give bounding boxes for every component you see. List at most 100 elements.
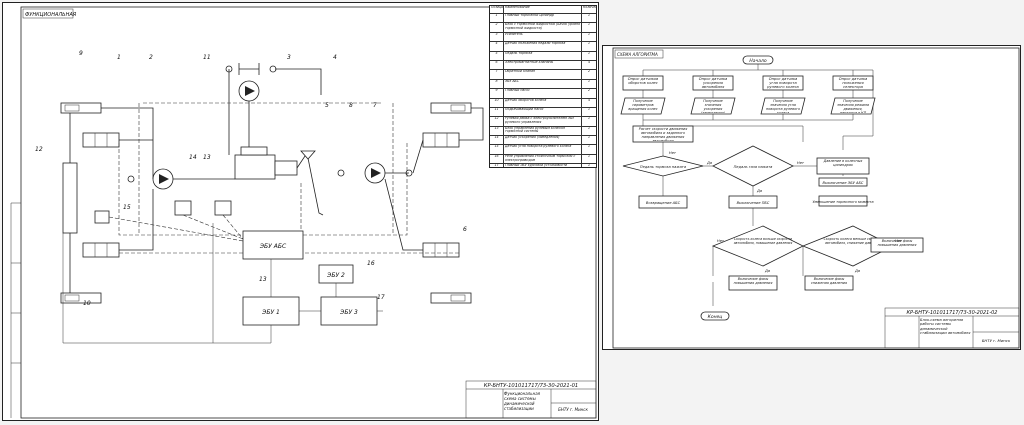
- callout: 1: [117, 54, 121, 61]
- table-cell: Главный тормозной цилиндр: [504, 14, 582, 23]
- process-node: Включение фазы повышения давления: [728, 275, 778, 291]
- decision-text: Педаль тормоза нажата: [640, 165, 686, 169]
- table-cell: 1: [490, 14, 504, 23]
- callout: 4: [333, 54, 337, 61]
- node-text: Опрос датчика ускорения автомобиля: [698, 77, 728, 89]
- process-node: Выключение ЭБУ АБС: [818, 177, 868, 187]
- table-row: 7 Обратный клапан 2: [490, 70, 596, 80]
- table-row: 11 Подкачивающий насос 1: [490, 107, 596, 118]
- table-cell: Датчик положения педали тормоза: [504, 42, 582, 51]
- stamp-text: СХЕМА АЛГОРИТМА: [617, 52, 658, 57]
- node-text: Уменьшение тормозного момента: [812, 200, 873, 204]
- table-cell: 7: [490, 70, 504, 79]
- table-cell: 16: [490, 154, 504, 164]
- table-cell: Реле управления стояночным тормозом с эл…: [504, 154, 582, 164]
- table-cell: 3: [490, 32, 504, 42]
- callout: 13: [203, 154, 211, 161]
- table-cell: 1: [587, 107, 591, 111]
- right-title-block: КР-БНТУ-101011717/73-30-2021-02 Блок-схе…: [884, 307, 1020, 349]
- branch-label: Нет: [669, 151, 677, 155]
- sheet-title: Функциональная схема системы динамическо…: [504, 391, 541, 411]
- ecu-1-label: ЭБУ 1: [261, 309, 280, 316]
- callout: 14: [189, 154, 197, 161]
- process-node: Опрос датчика положения селектора переда…: [832, 75, 874, 91]
- process-node: Давление в колесных цилиндрах: [816, 157, 870, 175]
- table-cell: 10: [490, 98, 504, 107]
- table-cell: Главный насос: [504, 89, 582, 98]
- steering-angle-sensor: [214, 200, 232, 216]
- callout: 2: [149, 54, 153, 61]
- table-row: 2 Блок с тормозной жидкостью (Бачок уровн…: [490, 23, 596, 33]
- branch-label: Да: [756, 189, 762, 193]
- node-text: Расчет скорости движения автомобиля и за…: [638, 127, 688, 141]
- ecu-2-label: ЭБУ 2: [326, 272, 345, 279]
- decision-text: Скорость колеса больше скорости автомоби…: [733, 238, 793, 245]
- node-text: Выключение ЭБУ АБС: [823, 181, 864, 185]
- table-cell: 1: [587, 164, 591, 168]
- process-node: Опрос датчика угла поворота рулевого кол…: [762, 75, 804, 91]
- table-cell: Датчик оборотов колеса: [504, 98, 582, 107]
- ecu-3-label: ЭБУ 3: [339, 309, 358, 316]
- branch-label: Да: [706, 161, 712, 165]
- process-node: Возвращение АБС: [638, 195, 688, 209]
- wheel-speed-sensor: [94, 210, 110, 224]
- branch-label: Нет: [797, 161, 805, 165]
- node-text: Опрос датчика угла поворота рулевого кол…: [767, 77, 799, 89]
- brake-booster: [274, 160, 298, 176]
- algorithm-svg: СХЕМА АЛГОРИТМА Начало Опрос датчиков об…: [612, 47, 1020, 349]
- main-pump-left: [152, 168, 174, 190]
- table-row: 1 Главный тормозной цилиндр 1: [490, 14, 596, 24]
- table-cell: 9: [490, 89, 504, 98]
- io-node: Получение значения угла поворота рулевог…: [760, 97, 806, 115]
- booster-pump: [238, 80, 260, 102]
- node-text: Включение фазы снижения давления: [810, 277, 848, 285]
- solenoid-valve-fl: [82, 132, 120, 148]
- table-cell: 4: [587, 60, 591, 64]
- branch-label: Нет: [895, 239, 903, 243]
- decision-speed-higher: Скорость колеса больше скорости автомоби…: [711, 225, 804, 267]
- table-cell: Датчик ускорения (замедления): [504, 136, 582, 145]
- node-text: Получение значения ускорения (замедления…: [700, 99, 726, 113]
- table-cell: Блок с тормозной жидкостью (Бачок уровня…: [504, 23, 582, 32]
- callout: 9: [79, 50, 83, 57]
- table-row: 10 Датчик оборотов колеса 4: [490, 98, 596, 108]
- table-row: 12 Рулевая рейка с электроусилителем ЭБУ …: [490, 117, 596, 127]
- table-row: 6 Электромагнитные клапаны 4: [490, 60, 596, 71]
- table-cell: 5: [490, 51, 504, 60]
- table-cell: 1: [587, 51, 591, 55]
- table-cell: 1: [587, 154, 591, 158]
- table-row: 9 Главный насос 2: [490, 89, 596, 99]
- steering-rack: [62, 162, 78, 234]
- org-name: БНТУ г. Минск: [558, 407, 588, 412]
- table-cell: 2: [587, 89, 591, 93]
- process-node: Выключение ПБС: [728, 195, 778, 209]
- solenoid-valve-rl: [82, 242, 120, 258]
- table-cell: 1: [587, 23, 591, 27]
- table-cell: Блок управления рулевым колесом тормозно…: [504, 126, 582, 136]
- branch-label: Нет: [717, 239, 725, 243]
- table-header-cell: Количество: [583, 6, 596, 9]
- decision-gas-pedal: Педаль газа нажата: [712, 145, 794, 187]
- table-cell: 11: [490, 107, 504, 117]
- table-cell: 1: [587, 79, 591, 83]
- process-node: Расчет скорости движения автомобиля и за…: [632, 125, 694, 143]
- table-header-cell: Позиция: [490, 6, 504, 13]
- table-cell: 1: [587, 136, 591, 140]
- table-cell: 13: [490, 126, 504, 136]
- process-node: Уменьшение тормозного момента: [812, 195, 874, 207]
- table-header-cell: Наименование: [504, 6, 582, 13]
- table-cell: Электромагнитные клапаны: [504, 60, 582, 70]
- table-cell: Обратный клапан: [504, 70, 582, 79]
- callout: 16: [367, 260, 375, 267]
- table-cell: 1: [587, 145, 591, 149]
- check-valve-1: [127, 175, 135, 183]
- callout: 7: [373, 102, 377, 109]
- table-row: 4 Датчик положения педали тормоза 1: [490, 42, 596, 52]
- table-header-row: ПозицияНаименованиеКоличество: [490, 6, 596, 14]
- callout: 5: [325, 102, 329, 109]
- sheet-title: Блок-схема алгоритма работы системы дина…: [920, 318, 971, 336]
- table-row: 8 ЭБУ АБС 1: [490, 79, 596, 90]
- io-node: Получение параметров вращения колес: [620, 97, 666, 115]
- table-row: 17 Главный ЭБУ курсовой устойчивости 1: [490, 164, 596, 168]
- table-row: 13 Блок управления рулевым колесом тормоз…: [490, 126, 596, 137]
